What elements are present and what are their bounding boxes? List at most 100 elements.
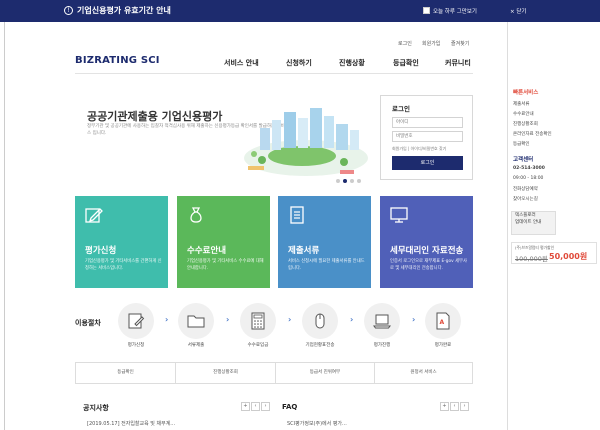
step-status-transfer	[302, 303, 338, 339]
certificate-icon: A	[436, 312, 450, 330]
slider-dot[interactable]	[336, 179, 340, 183]
dismiss-today-checkbox[interactable]	[423, 7, 430, 14]
info-icon: !	[64, 6, 73, 15]
hero-slider-dots	[336, 178, 364, 185]
chevron-right-icon: ›	[226, 315, 230, 324]
side-directions[interactable]: 찾아오시는길	[513, 196, 538, 202]
chevron-right-icon: ›	[350, 315, 354, 324]
card-fee[interactable]: 수수료안내 기업신용평가 및 기타서비스 수수료에 대해 안내합니다.	[177, 196, 270, 288]
chevron-left-icon[interactable]: ‹	[251, 402, 260, 411]
notice-title: 공지사항	[83, 404, 109, 412]
side-box-line: 덱스플로러	[515, 213, 536, 218]
faq-title: FAQ	[282, 403, 298, 411]
quick-contractor-service[interactable]: 원청서 서비스	[375, 363, 472, 383]
step-label: 수수료입금	[247, 343, 269, 348]
side-quick-item[interactable]: 등급확인	[513, 141, 530, 147]
card-documents[interactable]: 제출서류 서비스 신청시에 필요한 제출서류를 안내드립니다.	[278, 196, 371, 288]
card-apply[interactable]: 평가신청 기업신용평가 및 기타서비스를 간편하게 신청하는 서비스입니다.	[75, 196, 168, 288]
pencil-note-icon	[128, 313, 145, 329]
step-fee	[240, 303, 276, 339]
card-title: 세무대리인 자료전송	[390, 246, 464, 256]
nav-community[interactable]: 커뮤니티	[445, 58, 471, 68]
login-panel: 로그인 회원가입 | 아이디/비밀번호 찾기 로그인	[380, 95, 473, 180]
plus-icon[interactable]: +	[241, 402, 250, 411]
discount-price: 50,000원	[549, 252, 588, 261]
notice-pager: + ‹ ›	[241, 402, 271, 412]
signup-link[interactable]: 회원가입	[422, 40, 440, 47]
side-explorer-update-box[interactable]: 덱스플로러 업데이트 안내	[511, 211, 556, 235]
side-quick-item[interactable]: 온라인자료 전송확인	[513, 131, 552, 137]
calculator-icon	[251, 312, 265, 330]
laptop-icon	[373, 314, 391, 329]
side-quick-item[interactable]: 수수료안내	[513, 111, 534, 117]
password-input[interactable]	[392, 131, 463, 142]
money-bag-icon	[190, 207, 202, 223]
side-quick-item[interactable]: 진행상황조회	[513, 121, 538, 127]
id-input[interactable]	[392, 117, 463, 128]
pencil-icon	[85, 208, 103, 223]
site-logo[interactable]: BIZRATING SCI	[75, 55, 160, 66]
card-description: 기업신용평가 및 기타서비스를 간편하게 신청하는 서비스입니다.	[85, 259, 162, 271]
chevron-right-icon: ›	[288, 315, 292, 324]
mouse-icon	[315, 313, 325, 329]
card-title: 제출서류	[288, 246, 320, 256]
card-description: 기업신용평가 및 기타서비스 수수료에 대해 안내합니다.	[187, 259, 264, 271]
login-button[interactable]: 로그인	[392, 156, 463, 170]
notice-item[interactable]: [2019.05.17] 전자입찰교육 및 채무계...	[87, 420, 175, 427]
hero-title: 공공기관제출용 기업신용평가	[87, 110, 223, 123]
chevron-right-icon[interactable]: ›	[460, 402, 469, 411]
login-link[interactable]: 로그인	[398, 40, 412, 47]
side-box-line: 업데이트 안내	[515, 220, 542, 225]
side-hours: 09:00 - 18:00	[513, 176, 544, 181]
folder-icon	[187, 315, 205, 328]
faq-pager: + ‹ ›	[440, 402, 470, 412]
quick-grade-check[interactable]: 등급확인	[76, 363, 175, 383]
step-documents	[178, 303, 214, 339]
login-title: 로그인	[392, 105, 410, 113]
step-label: 서류제출	[187, 343, 205, 348]
banner-title: 기업신용평가 유효기간 안내	[77, 6, 171, 15]
plus-icon[interactable]: +	[440, 402, 449, 411]
side-call-reservation[interactable]: 전화상담예약	[513, 186, 538, 192]
chevron-right-icon[interactable]: ›	[261, 402, 270, 411]
step-label: 기업현황표전송	[305, 343, 335, 348]
side-quick-item[interactable]: 제출서류	[513, 101, 530, 107]
slider-dot-active[interactable]	[343, 179, 347, 183]
faq-item[interactable]: SCI평가정보(주)에서 평가...	[287, 420, 347, 427]
quick-links-bar: 등급확인 진행상황조회 등급서 진위여부 원청서 서비스	[75, 362, 473, 384]
header-divider	[75, 73, 473, 74]
nav-service-info[interactable]: 서비스 안내	[224, 58, 259, 68]
document-icon	[290, 206, 304, 224]
card-description: 인증서 로그인으로 재무제표 E-gov 세무사로 및 세무대리인 전송합니다.	[390, 259, 467, 271]
nav-progress[interactable]: 진행상황	[339, 58, 365, 68]
side-quick-service-title: 빠른서비스	[513, 90, 539, 96]
quick-authenticity-check[interactable]: 등급서 진위여부	[276, 363, 374, 383]
step-apply	[118, 303, 154, 339]
frame-left-border	[4, 22, 5, 430]
step-label: 평가완료	[434, 343, 452, 348]
slider-dot[interactable]	[350, 179, 354, 183]
card-description: 서비스 신청시에 필요한 제출서류를 안내드립니다.	[288, 259, 365, 271]
banner-close-button[interactable]: × 닫기	[510, 7, 526, 15]
card-title: 평가신청	[85, 246, 117, 256]
slider-dot[interactable]	[357, 179, 361, 183]
step-evaluation	[364, 303, 400, 339]
bookmark-link[interactable]: 즐겨찾기	[451, 40, 469, 47]
nav-grade-check[interactable]: 등급확인	[393, 58, 419, 68]
frame-right-border	[507, 22, 508, 430]
chevron-right-icon: ›	[412, 315, 416, 324]
dismiss-today-label[interactable]: 오늘 하루 그만보기	[433, 7, 477, 15]
quick-progress-inquiry[interactable]: 진행상황조회	[176, 363, 275, 383]
nav-apply[interactable]: 신청하기	[286, 58, 312, 68]
card-title: 수수료안내	[187, 246, 227, 256]
step-label: 평가신청	[127, 343, 145, 348]
original-price: 100,000원	[515, 255, 548, 263]
side-discount-banner[interactable]: (주)브즈알럼티 평가할인 100,000원 50,000원	[511, 242, 597, 264]
card-tax-agent-transfer[interactable]: 세무대리인 자료전송 인증서 로그인으로 재무제표 E-gov 세무사로 및 세…	[380, 196, 473, 288]
notice-banner: ! 기업신용평가 유효기간 안내 오늘 하루 그만보기 × 닫기	[0, 0, 600, 22]
svg-text:A: A	[440, 319, 445, 326]
step-complete: A	[425, 303, 461, 339]
login-sub-links[interactable]: 회원가입 | 아이디/비밀번호 찾기	[392, 146, 446, 152]
chevron-left-icon[interactable]: ‹	[450, 402, 459, 411]
city-illustration	[244, 108, 368, 176]
